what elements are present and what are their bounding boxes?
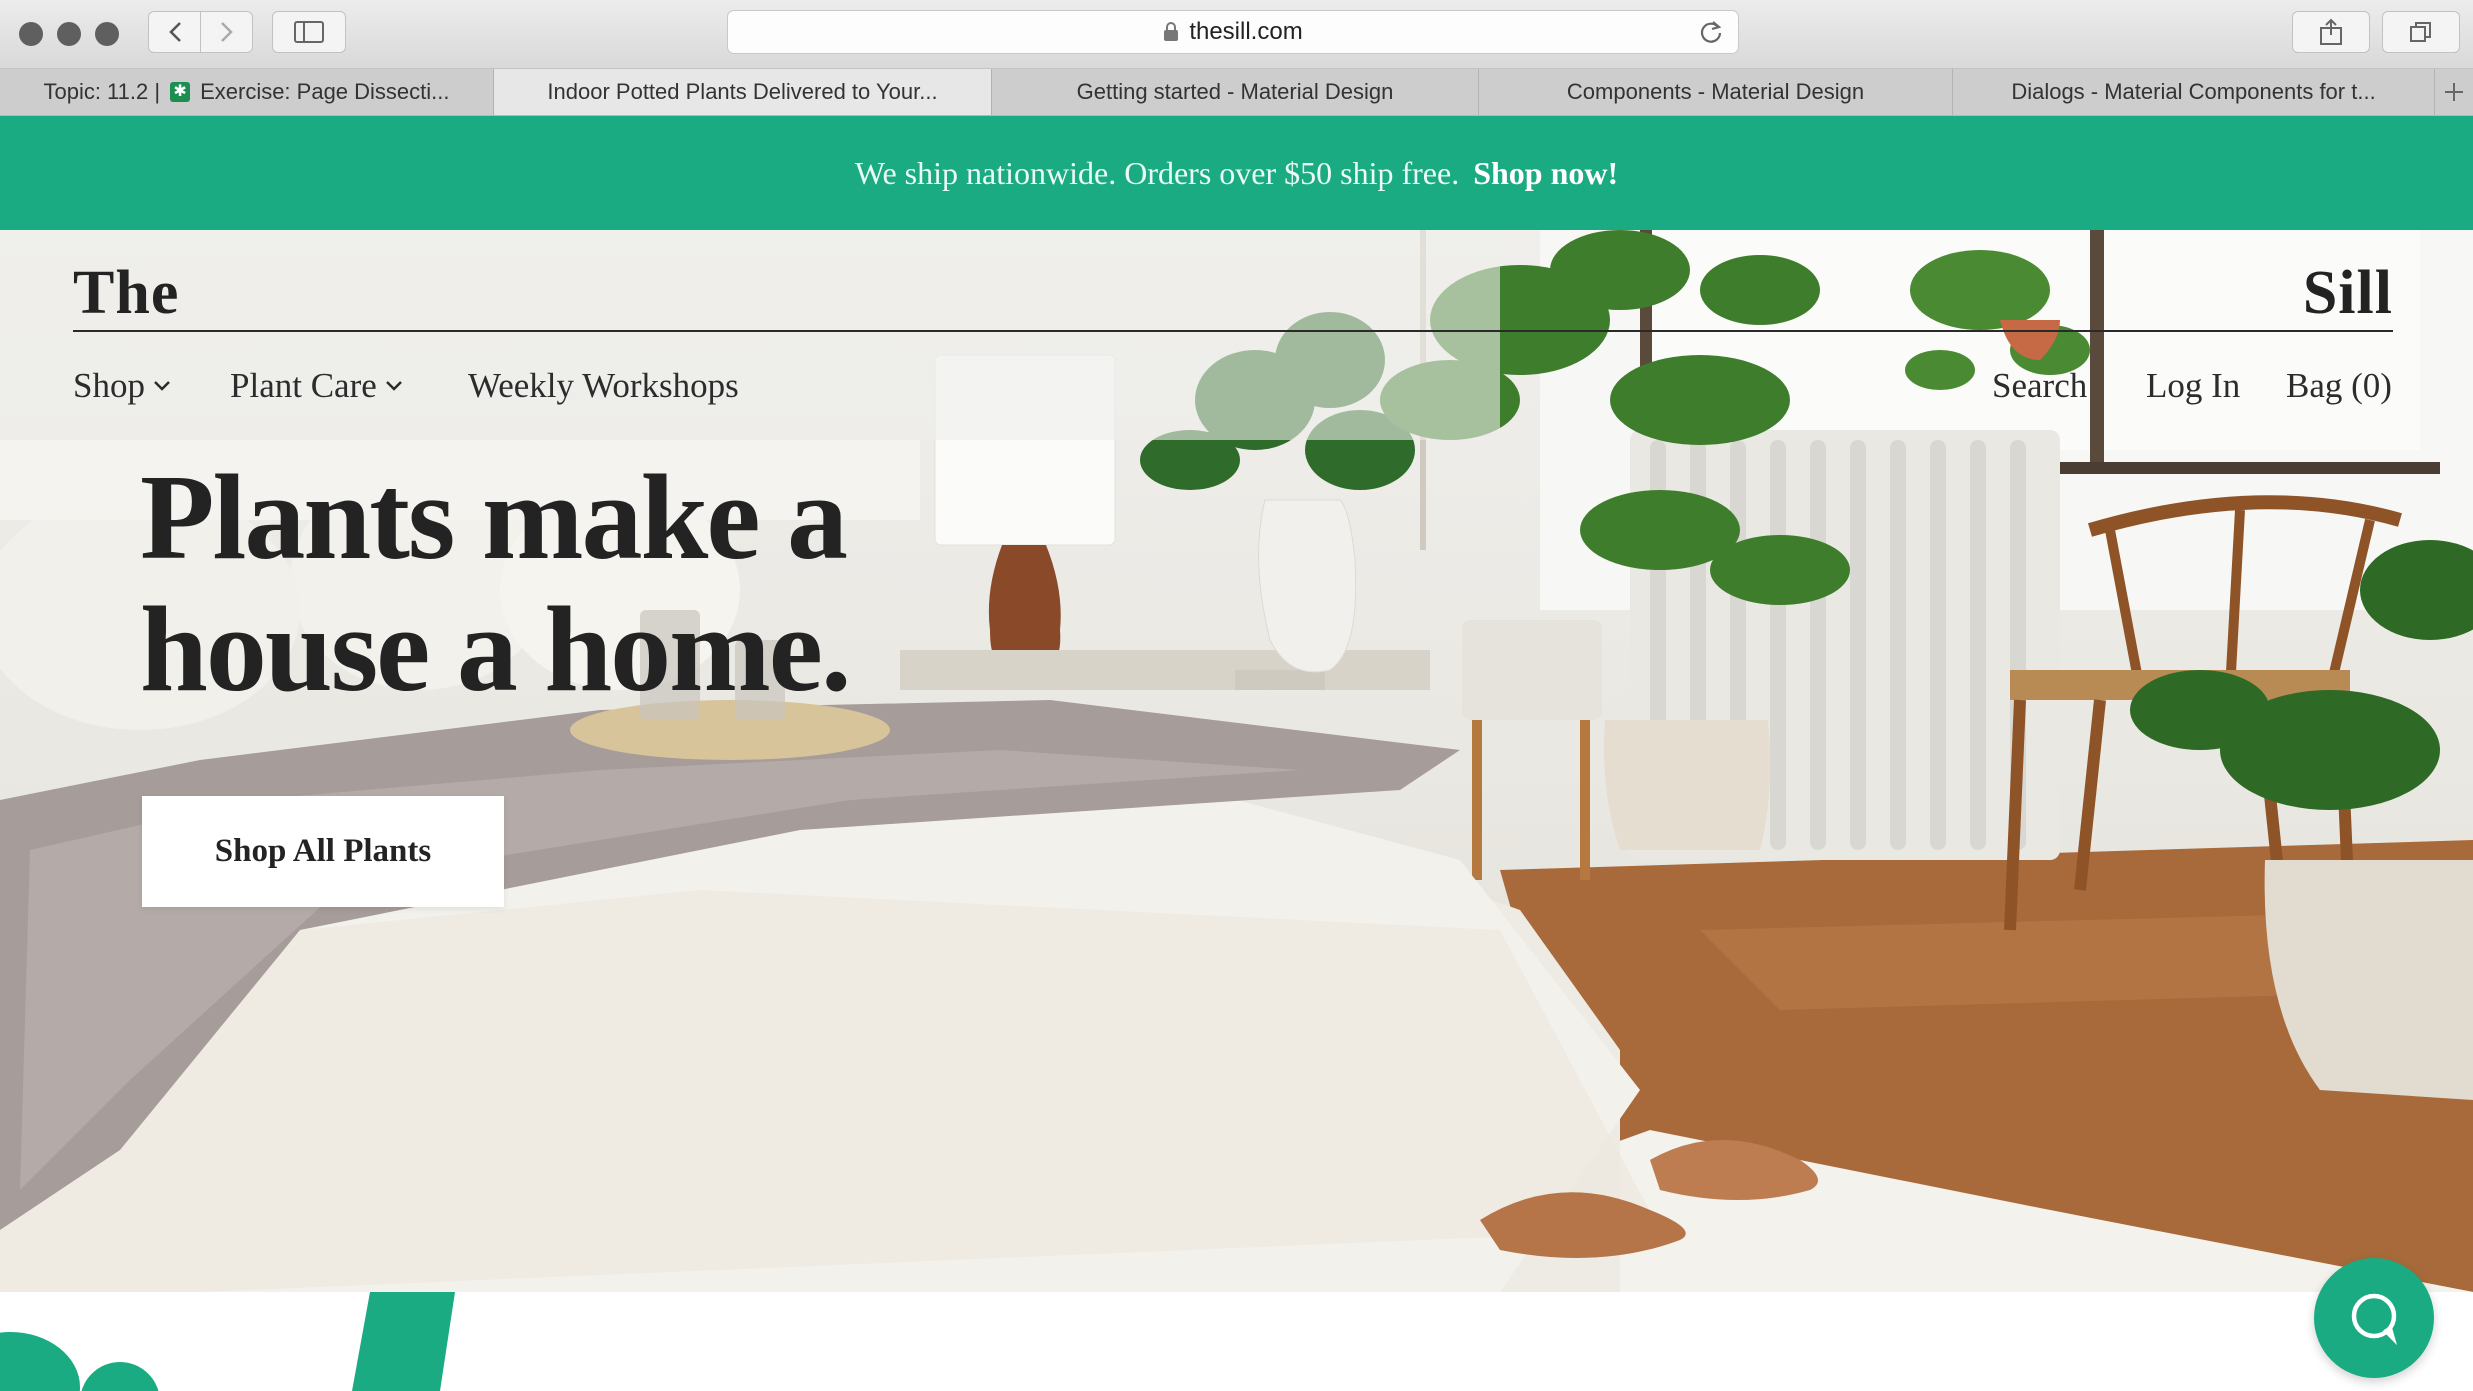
tab-overview-button[interactable] xyxy=(2382,11,2460,53)
chevron-right-icon xyxy=(220,22,233,42)
address-bar[interactable]: thesill.com xyxy=(727,10,1739,54)
nav-plant-care[interactable]: Plant Care xyxy=(230,366,403,406)
favicon-icon: ✱ xyxy=(170,82,191,102)
chevron-down-icon xyxy=(385,381,402,391)
new-tab-button[interactable] xyxy=(2435,69,2473,115)
tab-label: Exercise: Page Dissecti... xyxy=(200,79,450,104)
logo-divider xyxy=(73,330,2393,332)
next-section-preview xyxy=(0,1292,2473,1391)
nav-weekly-workshops[interactable]: Weekly Workshops xyxy=(468,366,739,406)
nav-plant-care-label: Plant Care xyxy=(230,366,377,405)
sidebar-toggle-button[interactable] xyxy=(272,11,346,53)
chat-button[interactable] xyxy=(2314,1258,2434,1378)
chat-icon xyxy=(2351,1293,2398,1346)
tab-getting-started[interactable]: Getting started - Material Design xyxy=(992,69,1479,115)
plus-icon xyxy=(2445,83,2463,101)
chevron-down-icon xyxy=(154,381,170,391)
share-button[interactable] xyxy=(2292,11,2370,53)
nav-search[interactable]: Search xyxy=(1992,366,2087,406)
tab-exercise[interactable]: Topic: 11.2 | ✱ Exercise: Page Dissecti.… xyxy=(0,69,494,115)
back-button[interactable] xyxy=(149,12,200,52)
decorative-leaf-graphic xyxy=(0,1292,455,1391)
hero-section: The Sill Shop Plant Care Weekly Workshop… xyxy=(0,230,2473,1292)
chevron-left-icon xyxy=(168,22,181,42)
minimize-window-button[interactable] xyxy=(57,22,81,46)
nav-shop-label: Shop xyxy=(73,366,145,405)
sidebar-icon xyxy=(294,21,324,43)
nav-shop[interactable]: Shop xyxy=(73,366,171,406)
close-window-button[interactable] xyxy=(19,22,43,46)
nav-bag[interactable]: Bag (0) xyxy=(2286,366,2392,406)
nav-log-in[interactable]: Log In xyxy=(2146,366,2240,406)
tab-bar: Topic: 11.2 | ✱ Exercise: Page Dissecti.… xyxy=(0,69,2473,116)
tab-label-prefix: Topic: 11.2 | xyxy=(43,79,161,104)
shop-all-plants-button[interactable]: Shop All Plants xyxy=(142,796,504,907)
promo-text: We ship nationwide. Orders over $50 ship… xyxy=(854,154,1460,191)
logo-the[interactable]: The xyxy=(73,258,179,329)
history-navigation xyxy=(148,11,253,53)
nav-bag-label: Bag (0) xyxy=(2286,366,2392,405)
tab-the-sill[interactable]: Indoor Potted Plants Delivered to Your..… xyxy=(494,69,992,115)
shipping-promo-banner: We ship nationwide. Orders over $50 ship… xyxy=(0,116,2473,230)
tab-label: Components - Material Design xyxy=(1566,79,1865,104)
browser-toolbar: thesill.com xyxy=(0,0,2473,69)
nav-login-label: Log In xyxy=(2146,366,2241,405)
reload-icon[interactable] xyxy=(1698,19,1724,45)
tab-dialogs[interactable]: Dialogs - Material Components for t... xyxy=(1953,69,2435,115)
hero-headline: Plants make a house a home. xyxy=(140,450,851,717)
nav-search-label: Search xyxy=(1992,366,2088,405)
nav-workshops-label: Weekly Workshops xyxy=(468,366,739,405)
lock-icon xyxy=(1164,22,1179,41)
url-text: thesill.com xyxy=(1189,18,1303,45)
shop-now-link[interactable]: Shop now! xyxy=(1473,155,1618,192)
forward-button[interactable] xyxy=(200,12,252,52)
tab-label: Indoor Potted Plants Delivered to Your..… xyxy=(547,79,938,104)
tabs-overview-icon xyxy=(2410,22,2431,42)
zoom-window-button[interactable] xyxy=(95,22,119,46)
tab-components[interactable]: Components - Material Design xyxy=(1479,69,1953,115)
logo-sill[interactable]: Sill xyxy=(2303,258,2393,329)
tab-label: Dialogs - Material Components for t... xyxy=(2011,79,2376,104)
tab-label: Getting started - Material Design xyxy=(1076,79,1394,104)
share-icon xyxy=(2320,18,2342,45)
